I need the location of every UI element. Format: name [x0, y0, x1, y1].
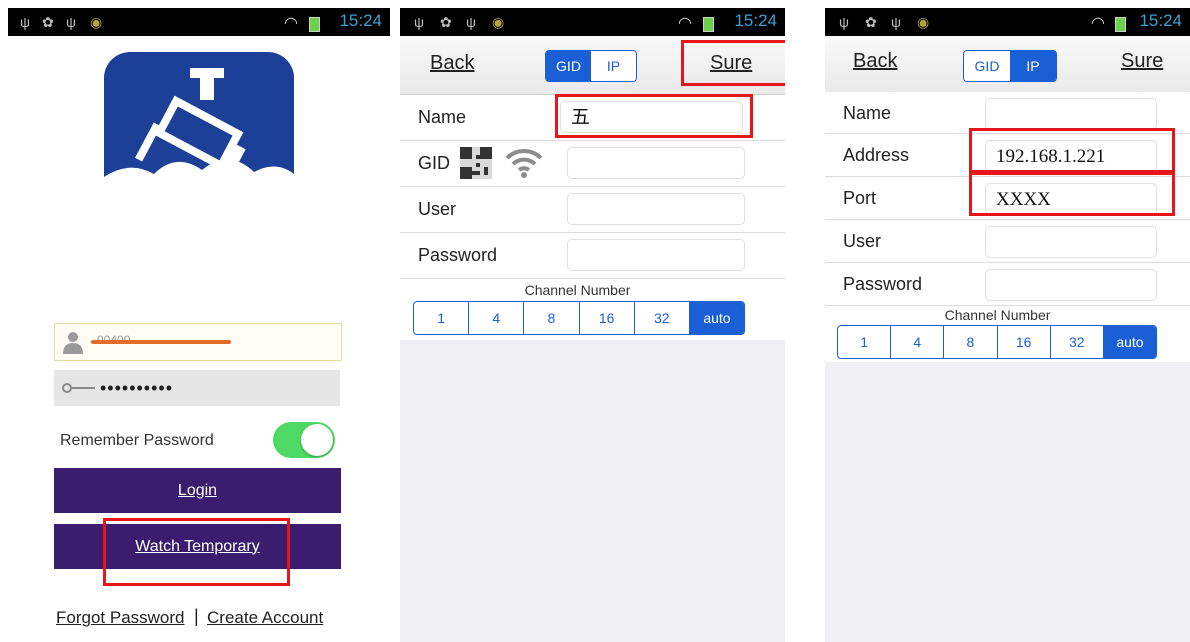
battery-icon	[309, 17, 320, 32]
password-row: Password	[400, 233, 785, 279]
ip-device-screen: ψ ✿ ψ ◉ ◠ 15:24 Back GID IP Sure Name Ad…	[825, 0, 1190, 642]
status-time: 15:24	[1139, 11, 1182, 30]
gid-device-screen: ψ ✿ ψ ◉ ◠ 15:24 Back GID IP Sure Name 五 …	[400, 0, 785, 642]
app-notification-icon: ◉	[492, 14, 505, 30]
login-button[interactable]: Login	[54, 468, 341, 513]
status-time: 15:24	[339, 11, 382, 30]
user-label: User	[843, 231, 882, 251]
key-icon	[62, 383, 95, 393]
toggle-knob	[301, 424, 333, 456]
password-row: Password	[825, 263, 1190, 306]
wifi-icon: ◠	[1091, 15, 1105, 32]
channel-option-8[interactable]: 8	[944, 326, 998, 358]
gid-row: GID	[400, 141, 785, 187]
tab-ip[interactable]: IP	[591, 51, 636, 81]
redaction-scribble	[91, 340, 231, 344]
channel-option-1[interactable]: 1	[838, 326, 892, 358]
highlight-box	[103, 518, 290, 586]
usb-icon: ψ	[20, 14, 30, 30]
address-label: Address	[843, 145, 910, 165]
user-label: User	[418, 199, 457, 219]
empty-area	[825, 362, 1190, 642]
back-button[interactable]: Back	[430, 52, 474, 75]
name-label: Name	[418, 107, 467, 127]
channel-number-selector: 1 4 8 16 32 auto	[413, 301, 745, 335]
empty-area	[400, 340, 785, 642]
user-icon	[63, 332, 83, 354]
forgot-password-link[interactable]: Forgot Password	[56, 608, 185, 628]
mode-segmented-control: GID IP	[963, 50, 1057, 82]
battery-icon	[703, 17, 714, 32]
channel-option-auto[interactable]: auto	[1103, 326, 1156, 358]
status-bar: ψ ✿ ψ ◉ ◠ 15:24	[825, 8, 1190, 36]
qr-code-icon[interactable]	[460, 147, 492, 179]
gid-label: GID	[418, 153, 451, 173]
port-label: Port	[843, 188, 877, 208]
username-input[interactable]: 00400.........	[54, 323, 342, 361]
password-input[interactable]: ••••••••••	[54, 370, 340, 406]
name-input[interactable]	[985, 98, 1157, 130]
user-input[interactable]	[985, 226, 1157, 258]
remember-password-label: Remember Password	[60, 432, 214, 449]
channel-option-16[interactable]: 16	[998, 326, 1051, 358]
gid-input[interactable]	[567, 147, 745, 179]
name-label: Name	[843, 103, 892, 123]
channel-option-4[interactable]: 4	[469, 302, 525, 334]
highlight-box	[681, 40, 785, 86]
android-icon: ✿	[42, 14, 54, 30]
create-account-link[interactable]: Create Account	[207, 608, 323, 628]
channel-option-16[interactable]: 16	[580, 302, 635, 334]
wifi-icon: ◠	[678, 15, 692, 32]
android-icon: ✿	[440, 14, 452, 30]
user-row: User	[400, 187, 785, 233]
usb-icon: ψ	[66, 14, 76, 30]
password-label: Password	[418, 245, 498, 265]
nav-bar: Back GID IP Sure	[825, 36, 1190, 95]
usb-icon: ψ	[891, 14, 901, 30]
password-mask: ••••••••••	[100, 378, 174, 398]
login-screen: ψ ✿ ψ ◉ ◠ 15:24 00400......... •••••••••…	[8, 0, 390, 642]
channel-option-32[interactable]: 32	[1051, 326, 1104, 358]
usb-icon: ψ	[414, 14, 424, 30]
status-time: 15:24	[734, 11, 777, 30]
channel-option-32[interactable]: 32	[635, 302, 690, 334]
channel-option-4[interactable]: 4	[891, 326, 945, 358]
app-notification-icon: ◉	[90, 14, 103, 30]
channel-number-label: Channel Number	[524, 282, 631, 298]
back-button[interactable]: Back	[853, 50, 897, 73]
status-bar: ψ ✿ ψ ◉ ◠ 15:24	[400, 8, 785, 36]
remember-password-toggle[interactable]	[273, 422, 335, 458]
tab-gid[interactable]: GID	[964, 51, 1010, 81]
highlight-box	[555, 94, 753, 138]
highlight-box	[969, 172, 1175, 216]
app-logo-icon	[104, 52, 294, 227]
password-label: Password	[843, 274, 923, 294]
mode-segmented-control: GID IP	[545, 50, 637, 82]
link-separator: |	[194, 606, 199, 626]
password-input[interactable]	[985, 269, 1157, 301]
status-bar: ψ ✿ ψ ◉ ◠ 15:24	[8, 8, 390, 36]
user-row: User	[825, 220, 1190, 263]
highlight-box	[969, 128, 1175, 173]
sure-button[interactable]: Sure	[1121, 50, 1163, 73]
channel-number-label: Channel Number	[944, 307, 1051, 323]
battery-icon	[1115, 17, 1126, 32]
password-input[interactable]	[567, 239, 745, 271]
channel-option-1[interactable]: 1	[414, 302, 470, 334]
wifi-config-icon[interactable]	[504, 147, 544, 179]
channel-option-8[interactable]: 8	[524, 302, 580, 334]
usb-icon: ψ	[466, 14, 476, 30]
channel-number-selector: 1 4 8 16 32 auto	[837, 325, 1157, 359]
tab-gid[interactable]: GID	[546, 51, 591, 81]
android-icon: ✿	[865, 14, 877, 30]
app-notification-icon: ◉	[917, 14, 930, 30]
tab-ip[interactable]: IP	[1010, 51, 1056, 81]
user-input[interactable]	[567, 193, 745, 225]
usb-icon: ψ	[839, 14, 849, 30]
channel-option-auto[interactable]: auto	[689, 302, 744, 334]
wifi-icon: ◠	[284, 15, 298, 32]
